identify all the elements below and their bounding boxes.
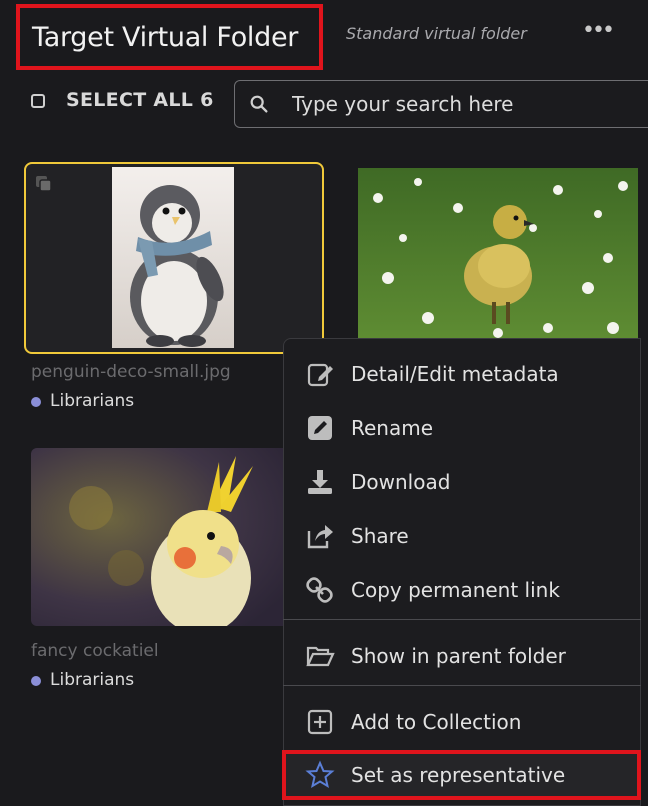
menu-item-label: Detail/Edit metadata [351,362,559,386]
star-icon [305,760,335,789]
menu-item-copy-link[interactable]: Copy permanent link [283,564,641,616]
select-all-checkbox[interactable] [31,94,45,108]
select-all-label[interactable]: SELECT ALL 6 [66,89,214,111]
plus-square-icon [307,709,333,735]
penguin-thumbnail[interactable] [112,167,234,348]
cockatiel-thumbnail[interactable] [31,448,291,626]
asset-filename[interactable]: fancy cockatiel [31,641,159,661]
page-title: Target Virtual Folder [32,21,299,53]
folder-title-box: Target Virtual Folder [16,4,323,70]
menu-item-label: Download [351,470,451,494]
menu-item-label: Copy permanent link [351,578,560,602]
download-icon [308,470,332,494]
asset-filename[interactable]: penguin-deco-small.jpg [31,362,231,382]
menu-item-label: Add to Collection [351,710,522,734]
menu-divider [283,685,641,686]
menu-item-label: Share [351,524,409,548]
pencil-icon [308,416,332,440]
duplicate-icon [36,176,52,192]
menu-item-label: Set as representative [351,763,566,787]
link-icon [306,577,333,603]
group-dot [31,397,41,407]
folder-type-label: Standard virtual folder [346,24,527,43]
menu-item-set-representative[interactable]: Set as representative [283,750,641,800]
share-icon [307,525,333,549]
menu-item-rename[interactable]: Rename [283,402,641,454]
asset-group: Librarians [50,670,135,690]
menu-item-share[interactable]: Share [283,510,641,562]
menu-item-label: Rename [351,416,434,440]
search-input[interactable] [292,88,632,120]
search-icon [250,95,268,113]
menu-item-show-parent-folder[interactable]: Show in parent folder [283,630,641,682]
menu-item-edit-metadata[interactable]: Detail/Edit metadata [283,348,641,400]
menu-item-label: Show in parent folder [351,644,566,668]
menu-divider [283,619,641,620]
folder-open-icon [306,646,335,667]
asset-group: Librarians [50,391,135,411]
more-options-icon[interactable]: ••• [582,18,615,43]
edit-document-icon [307,363,333,387]
group-dot [31,676,41,686]
gosling-thumbnail[interactable] [358,168,638,344]
menu-item-download[interactable]: Download [283,456,641,508]
menu-item-add-to-collection[interactable]: Add to Collection [283,696,641,748]
